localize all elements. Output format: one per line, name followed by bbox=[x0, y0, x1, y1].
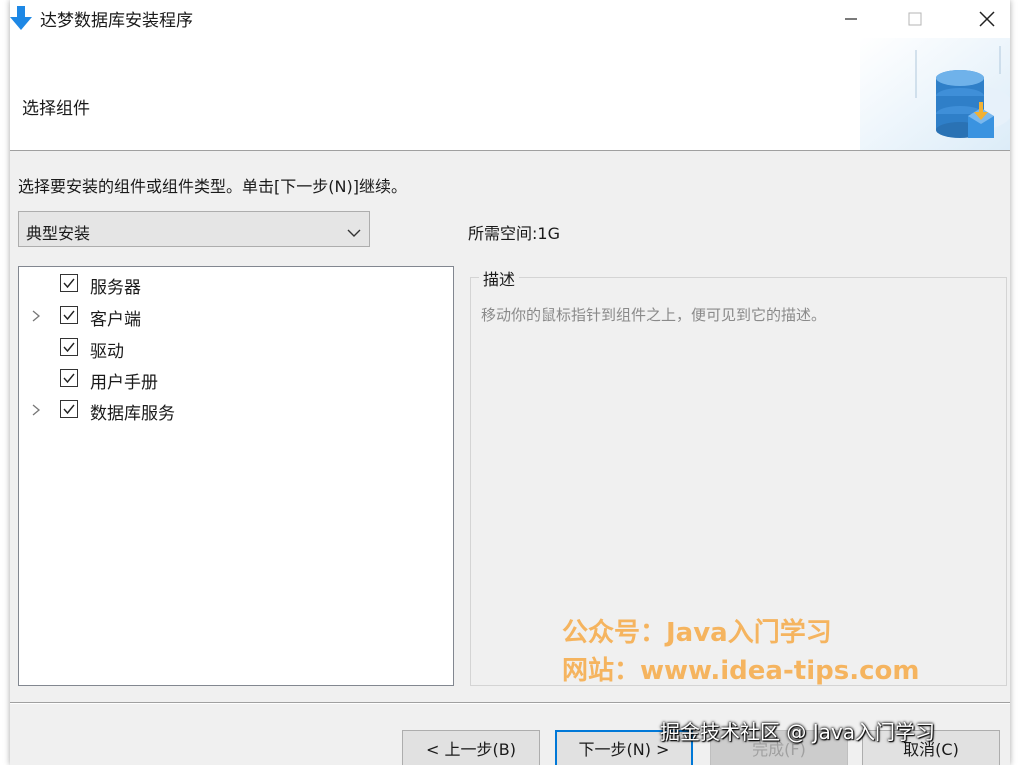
checkbox-driver[interactable] bbox=[60, 338, 78, 356]
footer-credit: 掘金技术社区 @ Java入门学习 bbox=[660, 720, 935, 744]
tree-item-label: 数据库服务 bbox=[90, 404, 175, 424]
back-button[interactable]: < 上一步(B) bbox=[402, 730, 540, 765]
maximize-icon bbox=[908, 12, 922, 26]
tree-item-label: 客户端 bbox=[90, 310, 141, 330]
minimize-button[interactable] bbox=[828, 0, 874, 38]
watermark: 公众号：Java入门学习 网站：www.idea-tips.com bbox=[562, 614, 919, 690]
space-required-label: 所需空间:1G bbox=[468, 224, 560, 243]
install-type-value: 典型安装 bbox=[26, 224, 91, 243]
watermark-line-1: 公众号：Java入门学习 bbox=[562, 618, 832, 648]
checkbox-client[interactable] bbox=[60, 306, 78, 324]
close-button[interactable] bbox=[964, 0, 1010, 38]
tree-item-label: 驱动 bbox=[90, 342, 124, 362]
watermark-line-2: 网站：www.idea-tips.com bbox=[562, 656, 920, 686]
description-legend: 描述 bbox=[479, 266, 520, 290]
maximize-button[interactable] bbox=[892, 0, 938, 38]
tree-item-user-manual[interactable]: 用户手册 bbox=[19, 366, 453, 393]
tree-item-database-service[interactable]: 数据库服务 bbox=[19, 397, 453, 424]
title-bar: 达梦数据库安装程序 bbox=[10, 0, 1010, 38]
download-arrow-icon bbox=[10, 6, 32, 32]
wizard-header: 选择组件 bbox=[10, 38, 1010, 151]
database-install-icon bbox=[860, 38, 1010, 150]
minimize-icon bbox=[844, 12, 858, 26]
install-type-select[interactable]: 典型安装 bbox=[18, 211, 370, 247]
tree-item-server[interactable]: 服务器 bbox=[19, 271, 453, 298]
chevron-right-icon[interactable] bbox=[31, 308, 41, 327]
chevron-right-icon[interactable] bbox=[31, 402, 41, 421]
installer-window: 达梦数据库安装程序 选择组件 选择要安装的组件或组件类型。单击[下一步(N)]继… bbox=[10, 0, 1010, 765]
checkbox-database-service[interactable] bbox=[60, 400, 78, 418]
checkbox-user-manual[interactable] bbox=[60, 369, 78, 387]
description-text: 移动你的鼠标指针到组件之上，便可见到它的描述。 bbox=[481, 306, 827, 324]
close-icon bbox=[979, 11, 995, 27]
component-tree[interactable]: 服务器 客户端 驱动 用户手册 数据库服务 bbox=[18, 266, 454, 686]
tree-item-driver[interactable]: 驱动 bbox=[19, 335, 453, 362]
window-title: 达梦数据库安装程序 bbox=[40, 11, 193, 31]
tree-item-label: 用户手册 bbox=[90, 373, 158, 393]
checkbox-server[interactable] bbox=[60, 274, 78, 292]
tree-item-client[interactable]: 客户端 bbox=[19, 303, 453, 330]
chevron-down-icon bbox=[347, 223, 361, 242]
step-title: 选择组件 bbox=[22, 99, 90, 119]
instruction-text: 选择要安装的组件或组件类型。单击[下一步(N)]继续。 bbox=[18, 177, 407, 196]
tree-item-label: 服务器 bbox=[90, 278, 141, 298]
footer-separator bbox=[10, 702, 1010, 704]
